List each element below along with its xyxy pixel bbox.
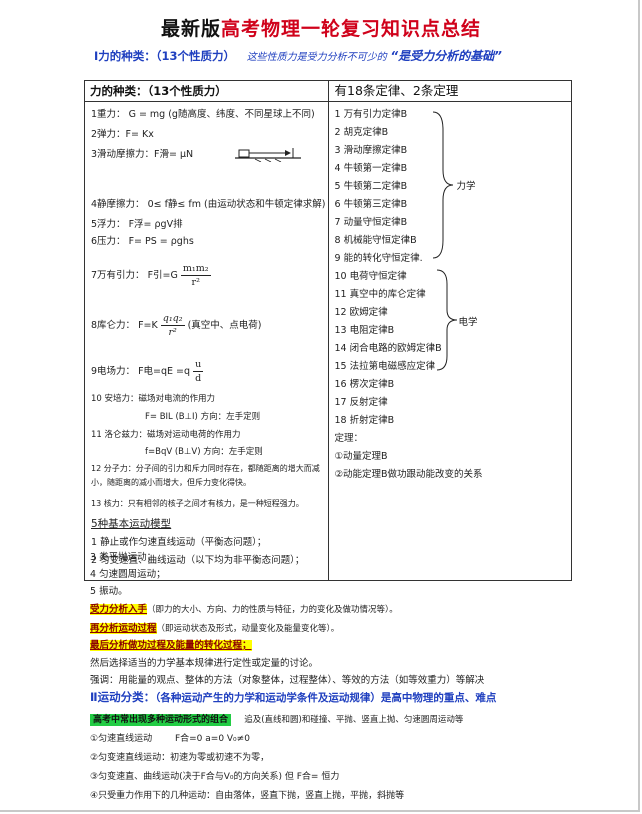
force-sliding-friction: 3滑动摩擦力：F滑= μN: [91, 149, 194, 160]
motion-type-3: ③匀变速直、曲线运动(决于F合与V₀的方向关系) 但 F合= 恒力: [90, 772, 340, 782]
law-6: 6 牛顿第三定律B: [334, 199, 408, 210]
motion-3: 3 类平抛运动；: [90, 552, 157, 563]
motion-type-2: ②匀变速直线运动：初速为零或初速不为零，: [90, 753, 270, 763]
law-3: 3 滑动摩擦定律B: [334, 145, 408, 156]
law-12: 12 欧姆定律: [334, 307, 388, 318]
law-4: 4 牛顿第一定律B: [334, 163, 408, 174]
electric-fraction: ud: [193, 359, 204, 384]
force-nuclear: 13 核力：只有相邻的核子之间才有核力，是一种短程强力。: [91, 499, 304, 508]
section1-heading: Ⅰ力的种类：（13个性质力）: [94, 49, 236, 63]
section2-heading-line: Ⅱ运动分类：（各种运动产生的力学和运动学条件及运动规律）是高中物理的重点、难点: [90, 689, 496, 705]
combination-text: 追及(直线和圆)和碰撞、平抛、竖直上抛、匀速圆周运动等: [244, 715, 464, 725]
law-11: 11 真空中的库仑定律: [334, 289, 426, 300]
gravitation-fraction: m₁m₂ r²: [180, 263, 211, 288]
law-16: 16 楞次定律B: [334, 379, 395, 390]
motion-5: 5 振动。: [90, 586, 128, 597]
section2-emphasis: （各种运动产生的力学和运动学条件及运动规律）是高中物理的重点、难点: [155, 692, 497, 704]
motion-4: 4 匀速圆周运动；: [90, 569, 166, 580]
step1-line: 受力分析入手（即力的大小、方向、力的性质与特征，力的变化及做功情况等）。: [90, 601, 398, 615]
law-5: 5 牛顿第二定律B: [334, 181, 408, 192]
force-ampere: 10 安培力：磁场对电流的作用力: [91, 394, 216, 404]
laws-column: 1 万有引力定律B 2 胡克定律B 3 滑动摩擦定律B 4 牛顿第一定律B 5 …: [327, 101, 572, 581]
force-electric-field: 9电场力： F电=qE =q ud: [91, 359, 204, 384]
force-coulomb: 8库仑力： F=K q₁q₂ r² (真空中、点电荷): [91, 313, 262, 338]
section1-note: 这些性质力是受力分析不可少的: [246, 52, 387, 63]
step3-line: 最后分析做功过程及能量的转化过程；: [90, 637, 252, 651]
electricity-label: 电学: [458, 317, 478, 328]
force-molecular: 12 分子力：分子间的引力和斥力同时存在，都随距离的增大而减小，随距离的减小而增…: [91, 464, 320, 487]
motion-type-1: ①匀速直线运动 F合=0 a=0 V₀≠0: [90, 734, 250, 744]
force-buoyancy: 5浮力： F浮= ρgV排: [91, 219, 183, 230]
step3-label: 最后分析做功过程及能量的转化过程；: [90, 640, 252, 651]
force-gravitation: 7万有引力： F引=G m₁m₂ r²: [91, 263, 211, 288]
law-13: 13 电阻定律B: [334, 325, 395, 336]
force-lorentz: 11 洛仑兹力：磁场对运动电荷的作用力: [91, 430, 241, 440]
step2-label: 再分析运动过程: [90, 623, 157, 634]
force-pressure: 6压力： F= PS = ρghs: [91, 236, 194, 247]
law-18: 18 折射定律B: [334, 415, 395, 426]
electricity-brace-icon: [436, 269, 457, 371]
law-15: 15 法拉第电磁感应定律: [334, 361, 436, 372]
emphasis-line: 强调：用能量的观点、整体的方法（对象整体，过程整体）、等效的方法（如等效重力）等…: [90, 675, 485, 686]
force-ampere-formula: F= BIL (B⊥I) 方向：左手定则: [145, 412, 261, 422]
section1-emphasis: “是受力分析的基础”: [390, 49, 502, 63]
law-17: 17 反射定律: [334, 397, 388, 408]
forces-column: 1重力： G = mg (g随高度、纬度、不同星球上不同) 2弹力：F= Kx …: [84, 101, 329, 581]
step2-line: 再分析运动过程（即运动状态及形式，动量变化及能量变化等）。: [90, 620, 339, 634]
theorem-heading: 定理：: [334, 433, 364, 444]
law-9: 9 能的转化守恒定律.: [334, 253, 423, 264]
law-14: 14 闭合电路的欧姆定律B: [334, 343, 442, 354]
force-gravity: 1重力： G = mg (g随高度、纬度、不同星球上不同): [91, 109, 315, 120]
left-header: 力的种类：（13个性质力）: [84, 80, 329, 102]
combination-label: 高考中常出现多种运动形式的组合: [90, 714, 232, 726]
force-lorentz-formula: f=BqV (B⊥V) 方向：左手定则: [145, 447, 263, 457]
coulomb-fraction: q₁q₂ r²: [160, 313, 185, 338]
step4-line: 然后选择适当的力学基本规律进行定性或定量的讨论。: [90, 658, 319, 669]
section2-heading: Ⅱ运动分类：: [90, 690, 156, 704]
motion-models-heading: 5种基本运动模型: [91, 518, 172, 530]
forces-laws-table: 力的种类：（13个性质力） 有18条定律、2条定理 1重力： G = mg (g…: [84, 80, 572, 581]
motion-type-4: ④只受重力作用下的几种运动：自由落体，竖直下抛，竖直上抛，平抛，斜抛等: [90, 791, 405, 801]
section1-subtitle: Ⅰ力的种类：（13个性质力） 这些性质力是受力分析不可少的 “是受力分析的基础”: [94, 47, 502, 64]
theorem-1: ①动量定理B: [334, 451, 388, 462]
mechanics-label: 力学: [456, 181, 476, 192]
force-static-friction: 4静摩擦力： 0≤ f静≤ fm (由运动状态和牛顿定律求解): [91, 199, 326, 210]
friction-diagram-icon: [235, 148, 301, 162]
law-10: 10 电荷守恒定律: [334, 271, 407, 282]
combination-line: 高考中常出现多种运动形式的组合 追及(直线和圆)和碰撞、平抛、竖直上抛、匀速圆周…: [90, 712, 464, 726]
law-7: 7 动量守恒定律B: [334, 217, 408, 228]
motion-1: 1 静止或作匀速直线运动（平衡态问题）；: [91, 537, 267, 548]
title-main: 高考物理一轮复习知识点总结: [221, 18, 482, 40]
mechanics-brace-icon: [432, 111, 453, 259]
law-1: 1 万有引力定律B: [334, 109, 408, 120]
force-elastic: 2弹力：F= Kx: [91, 129, 154, 140]
step2-text: （即运动状态及形式，动量变化及能量变化等）。: [156, 624, 340, 634]
step1-text: （即力的大小、方向、力的性质与特征，力的变化及做功情况等）。: [147, 605, 398, 615]
law-8: 8 机械能守恒定律B: [334, 235, 417, 246]
theorem-2: ②动能定理B做功跟动能改变的关系: [334, 469, 483, 480]
law-2: 2 胡克定律B: [334, 127, 389, 138]
step1-label: 受力分析入手: [90, 604, 148, 615]
page-title: 最新版高考物理一轮复习知识点总结: [0, 14, 642, 41]
right-header: 有18条定律、2条定理: [327, 80, 572, 102]
title-prefix: 最新版: [160, 18, 221, 40]
